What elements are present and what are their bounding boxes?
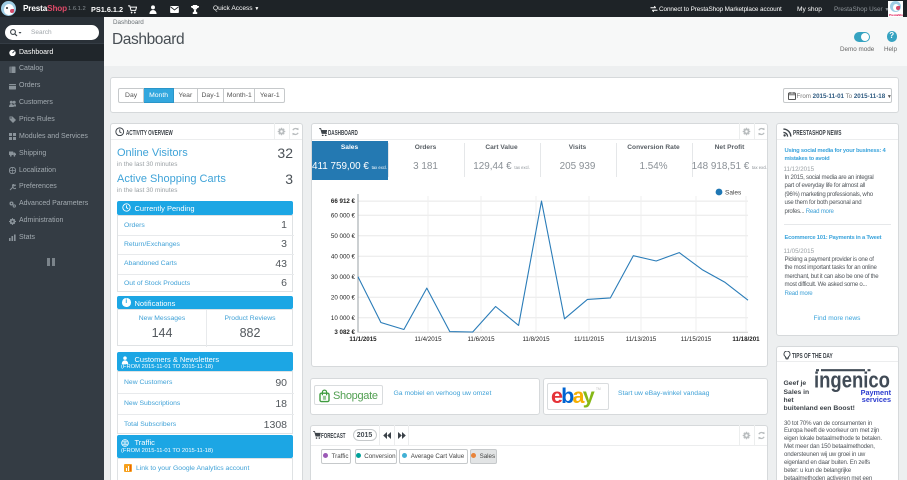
svg-text:50 000 €: 50 000 € [331,233,356,240]
svg-text:3 082 €: 3 082 € [334,329,355,336]
svg-text:11/11/2015: 11/11/2015 [574,336,605,343]
svg-text:66 912 €: 66 912 € [331,198,356,205]
svg-text:11/13/2015: 11/13/2015 [626,336,657,343]
svg-text:11/1/2015: 11/1/2015 [349,336,377,343]
svg-text:11/4/2015: 11/4/2015 [414,336,442,343]
svg-text:11/15/2015: 11/15/2015 [681,336,712,343]
svg-text:30 000 €: 30 000 € [331,274,356,281]
svg-text:60 000 €: 60 000 € [331,212,356,219]
svg-text:Sales: Sales [725,190,742,197]
svg-text:11/6/2015: 11/6/2015 [467,336,495,343]
svg-text:40 000 €: 40 000 € [331,253,356,260]
svg-text:20 000 €: 20 000 € [331,294,356,301]
svg-text:11/8/2015: 11/8/2015 [522,336,550,343]
svg-text:10 000 €: 10 000 € [331,315,356,322]
svg-text:11/18/201: 11/18/201 [732,336,760,343]
